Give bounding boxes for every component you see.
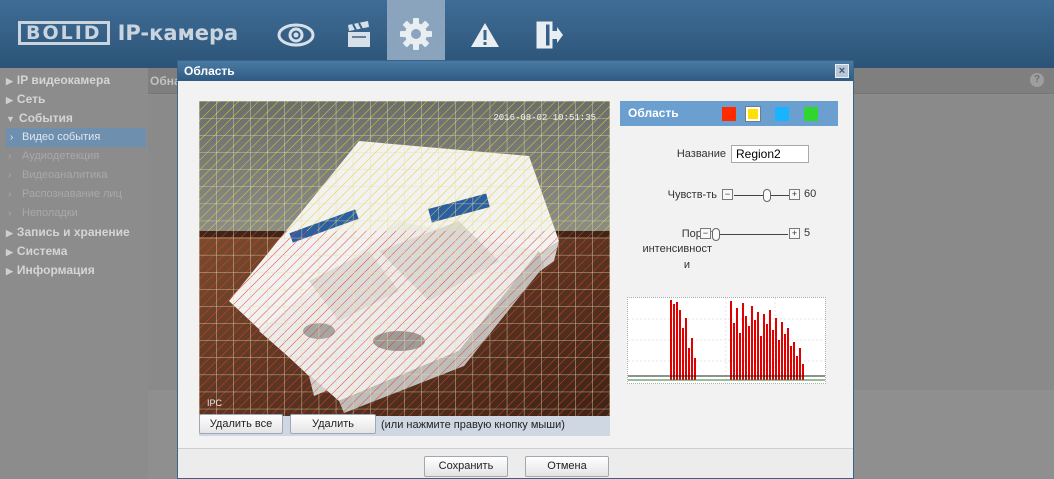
gear-icon [400,18,432,50]
triangle-right-icon: ▶ [6,247,13,257]
sidebar-item-events[interactable]: ▼ События [0,109,148,128]
triangle-right-icon: ▶ [6,95,13,105]
chevron-right-icon: › [8,170,12,181]
triangle-right-icon: ▶ [6,266,13,276]
threshold-increase-button[interactable]: + [789,228,800,239]
sidebar-subitem-video-events[interactable]: › Видео события [6,128,146,147]
region-panel-header: Область [620,101,838,126]
sensitivity-label: Чувств-ть [667,189,717,201]
sidebar-item-system[interactable]: ▶ Система [0,242,148,261]
video-preview[interactable]: 2016-08-02 10:51:35 IPC [199,101,610,416]
threshold-label: Порог [681,228,712,240]
sidebar-item-camera[interactable]: ▶ IP видеокамера [0,71,148,90]
sidebar-subitem-label: Неполадки [22,207,78,219]
sensitivity-decrease-button[interactable]: − [722,189,733,200]
video-channel-label: IPC [207,398,223,408]
close-button[interactable]: × [835,64,849,78]
nav-playback[interactable] [330,12,388,58]
chevron-right-icon: › [8,151,12,162]
nav-alarm[interactable] [456,12,514,58]
nav-logout[interactable] [520,12,578,58]
video-timestamp: 2016-08-02 10:51:35 [493,113,596,123]
logo-mark: BOLID [18,21,110,45]
threshold-decrease-button[interactable]: − [700,228,711,239]
threshold-slider-handle[interactable] [711,228,720,241]
clapperboard-icon [348,21,370,47]
nav-live-view[interactable] [267,12,325,58]
delete-button[interactable]: Удалить [290,414,376,434]
dialog-title: Область [184,64,235,78]
chevron-right-icon: › [8,208,12,219]
sidebar-subitem-label: Видео события [22,131,101,143]
sidebar-subitem-face-recognition[interactable]: › Распознавание лиц [0,185,148,204]
region-color-blue[interactable] [775,107,789,121]
cancel-button[interactable]: Отмена [525,456,609,477]
sidebar: ▶ IP видеокамера ▶ Сеть ▼ События › Видео со… [0,68,148,479]
product-name: IP-камера [117,21,239,45]
motion-intensity-graph [627,297,826,384]
sidebar-item-network[interactable]: ▶ Сеть [0,90,148,109]
threshold-label-end: и [683,259,690,271]
logout-icon [536,21,563,49]
delete-all-button[interactable]: Удалить все [199,414,283,434]
sensitivity-slider-handle[interactable] [763,189,771,202]
sidebar-item-label: Сеть [16,92,46,106]
threshold-track[interactable] [712,234,788,235]
name-label: Название [676,148,726,160]
region-color-green[interactable] [804,107,818,121]
sidebar-subitem-label: Аудиодетекция [22,150,100,162]
dialog-titlebar: Область × [178,61,853,81]
sensitivity-value: 60 [804,188,817,200]
sidebar-item-label: Система [16,244,68,258]
region-panel-title: Область [628,106,679,120]
threshold-value: 5 [804,227,811,239]
region-color-yellow[interactable] [745,106,761,122]
threshold-label-cont: интенсивност [642,243,712,255]
sidebar-item-info[interactable]: ▶ Информация [0,261,148,280]
chevron-right-icon: › [8,189,12,200]
sidebar-subitem-video-analytics[interactable]: › Видеоаналитика [0,166,148,185]
sidebar-subitem-faults[interactable]: › Неполадки [0,204,148,223]
eye-icon [277,23,315,47]
dialog-footer [178,448,853,478]
triangle-right-icon: ▶ [6,228,13,238]
delete-hint: (или нажмите правую кнопку мыши) [381,419,565,431]
sidebar-item-label: Информация [16,263,95,277]
triangle-right-icon: ▶ [6,76,13,86]
triangle-down-icon: ▼ [6,114,15,124]
region-name-input[interactable] [731,145,809,163]
help-icon[interactable]: ? [1030,73,1044,87]
sensitivity-track[interactable] [734,195,789,196]
motion-graph-plot [628,298,825,383]
region-dialog: Область × 2016-08-02 10:51:35 IPC Удалит… [177,60,854,479]
region-color-red[interactable] [722,107,736,121]
sidebar-item-storage[interactable]: ▶ Запись и хранение [0,223,148,242]
nav-settings[interactable] [387,0,445,68]
save-button[interactable]: Сохранить [424,456,508,477]
top-header: BOLID IP-камера [0,0,1054,68]
camera-scene-image [199,101,610,416]
sensitivity-increase-button[interactable]: + [789,189,800,200]
warning-icon [471,23,499,47]
sidebar-subitem-audio-detection[interactable]: › Аудиодетекция [0,147,148,166]
sidebar-item-label: IP видеокамера [16,73,110,87]
sidebar-item-label: События [18,111,73,125]
sidebar-subitem-label: Распознавание лиц [22,188,122,200]
logo: BOLID IP-камера [18,20,238,46]
sidebar-item-label: Запись и хранение [16,225,130,239]
chevron-right-icon: › [10,132,14,143]
sidebar-subitem-label: Видеоаналитика [22,169,108,181]
